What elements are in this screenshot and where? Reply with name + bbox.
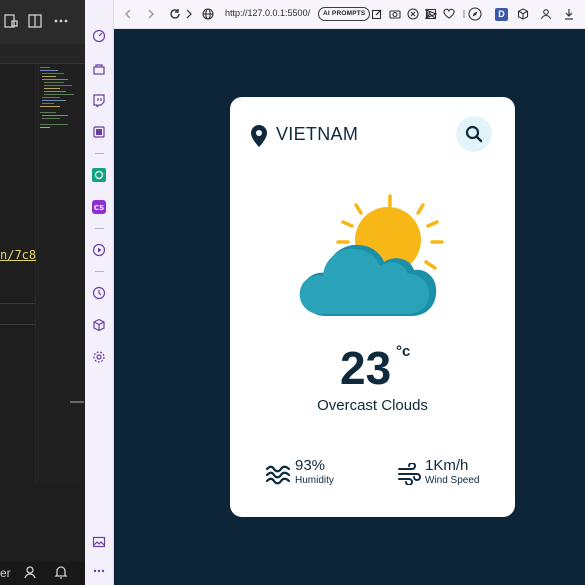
layout-panel-icon[interactable]	[2, 13, 20, 31]
editor-status-bar: er	[0, 562, 85, 585]
speed-dial-icon[interactable]	[91, 28, 107, 44]
forward-icon[interactable]	[143, 6, 159, 22]
close-circle-icon[interactable]	[405, 6, 421, 22]
wind-icon	[398, 463, 421, 485]
player-icon[interactable]	[91, 242, 107, 258]
cs-extension-icon[interactable]: CS	[91, 199, 107, 215]
heart-icon[interactable]	[441, 6, 457, 22]
editor-tab-strip	[0, 44, 85, 64]
svg-text:CS: CS	[94, 204, 104, 212]
highlighted-code-fragment: n/7c8	[0, 248, 37, 262]
edit-icon[interactable]	[369, 6, 385, 22]
scrollbar-marker	[70, 401, 84, 403]
notifications-bell-icon[interactable]	[52, 564, 70, 582]
cube-icon[interactable]	[515, 6, 531, 22]
editor-divider	[0, 324, 35, 325]
gallery-icon[interactable]	[91, 534, 107, 550]
camera-icon[interactable]	[387, 6, 403, 22]
sidebar-separator	[95, 271, 104, 272]
sidebar-more-icon[interactable]	[91, 563, 107, 579]
humidity-value: 93%	[295, 457, 326, 474]
search-button[interactable]	[456, 116, 492, 152]
reload-icon[interactable]	[167, 6, 183, 22]
extensions-cube-icon[interactable]	[91, 317, 107, 333]
compass-icon[interactable]	[467, 6, 483, 22]
send-icon[interactable]	[423, 6, 439, 22]
back-icon[interactable]	[120, 6, 136, 22]
weather-description: Overcast Clouds	[317, 397, 428, 414]
twitch-icon[interactable]	[91, 92, 107, 108]
browser-sidebar: CS	[85, 0, 114, 585]
chatgpt-icon[interactable]	[91, 167, 107, 183]
history-icon[interactable]	[91, 285, 107, 301]
address-bar-url[interactable]: http://127.0.0.1:5500/	[225, 8, 310, 18]
reader-icon[interactable]	[91, 124, 107, 140]
search-icon	[465, 125, 483, 143]
temperature-value: 23	[340, 342, 392, 394]
split-editor-icon[interactable]	[26, 13, 44, 31]
more-actions-icon[interactable]	[52, 13, 70, 31]
location-name: VIETNAM	[276, 124, 359, 144]
editor-divider	[0, 303, 35, 304]
code-editor-window: n/7c8 er	[0, 0, 85, 585]
temperature-unit: °c	[396, 343, 411, 360]
editor-minimap[interactable]	[35, 64, 85, 484]
workspace-icon[interactable]	[91, 61, 107, 77]
profile-icon[interactable]	[538, 6, 554, 22]
wind-speed-value: 1Km/h	[425, 457, 469, 474]
humidity-label: Humidity	[295, 475, 334, 486]
globe-icon	[200, 6, 216, 22]
download-icon[interactable]	[561, 6, 577, 22]
sidebar-separator	[95, 153, 104, 154]
partly-cloudy-icon	[299, 194, 444, 316]
wind-speed-label: Wind Speed	[425, 475, 480, 486]
humidity-waves-icon	[265, 465, 291, 485]
browser-toolbar: http://127.0.0.1:5500/ AI PROMPTS D	[114, 0, 585, 29]
status-bar-text: er	[0, 566, 11, 580]
location-pin-icon	[251, 125, 267, 147]
settings-gear-icon[interactable]	[91, 349, 107, 365]
sidebar-separator	[95, 228, 104, 229]
ai-prompts-button[interactable]: AI PROMPTS	[318, 7, 371, 21]
weather-card: VIETNAM 23 °c Overcast Clouds 93% Humidi…	[230, 97, 515, 517]
editor-titlebar	[0, 0, 85, 44]
security-info-icon[interactable]	[182, 6, 198, 22]
extension-d-icon[interactable]: D	[495, 8, 508, 21]
accounts-icon[interactable]	[22, 564, 40, 582]
